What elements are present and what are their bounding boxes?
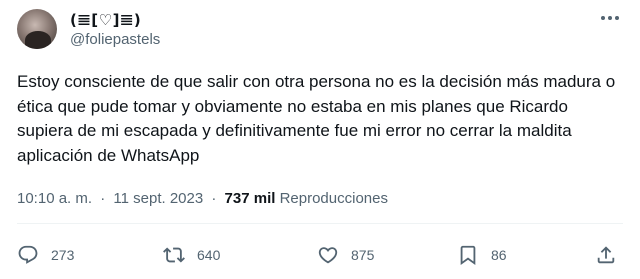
views-count[interactable]: 737 mil xyxy=(225,190,276,207)
bookmark-icon xyxy=(460,245,476,266)
views-label[interactable]: Reproducciones xyxy=(280,190,388,207)
tweet-text: Estoy consciente de que salir con otra p… xyxy=(17,72,616,165)
display-name[interactable]: (𝌆[♡]𝌆) xyxy=(70,11,141,29)
tweet-time[interactable]: 10:10 a. m. xyxy=(17,190,92,207)
bookmark-count: 86 xyxy=(491,247,507,263)
reply-icon xyxy=(18,245,38,264)
reply-button[interactable]: 273 xyxy=(17,240,74,270)
like-count: 875 xyxy=(351,247,375,263)
reply-count: 273 xyxy=(51,247,75,263)
tweet-date[interactable]: 11 sept. 2023 xyxy=(113,190,203,207)
meta-separator: · xyxy=(100,190,106,207)
more-icon xyxy=(601,16,619,20)
user-handle[interactable]: @foliepastels xyxy=(70,31,160,48)
more-button[interactable] xyxy=(596,8,624,28)
action-bar: 273 640 875 86 xyxy=(17,240,623,270)
retweet-count: 640 xyxy=(197,247,221,263)
share-icon xyxy=(597,246,615,264)
divider xyxy=(17,223,623,224)
meta-separator: · xyxy=(211,190,217,207)
retweet-button[interactable]: 640 xyxy=(163,240,220,270)
bookmark-button[interactable]: 86 xyxy=(457,240,507,270)
share-button[interactable] xyxy=(595,240,617,270)
like-button[interactable]: 875 xyxy=(317,240,374,270)
tweet-meta: 10:10 a. m. · 11 sept. 2023 · 737 mil Re… xyxy=(17,190,388,207)
avatar[interactable] xyxy=(17,9,57,49)
retweet-icon xyxy=(163,247,185,263)
like-icon xyxy=(318,247,338,264)
